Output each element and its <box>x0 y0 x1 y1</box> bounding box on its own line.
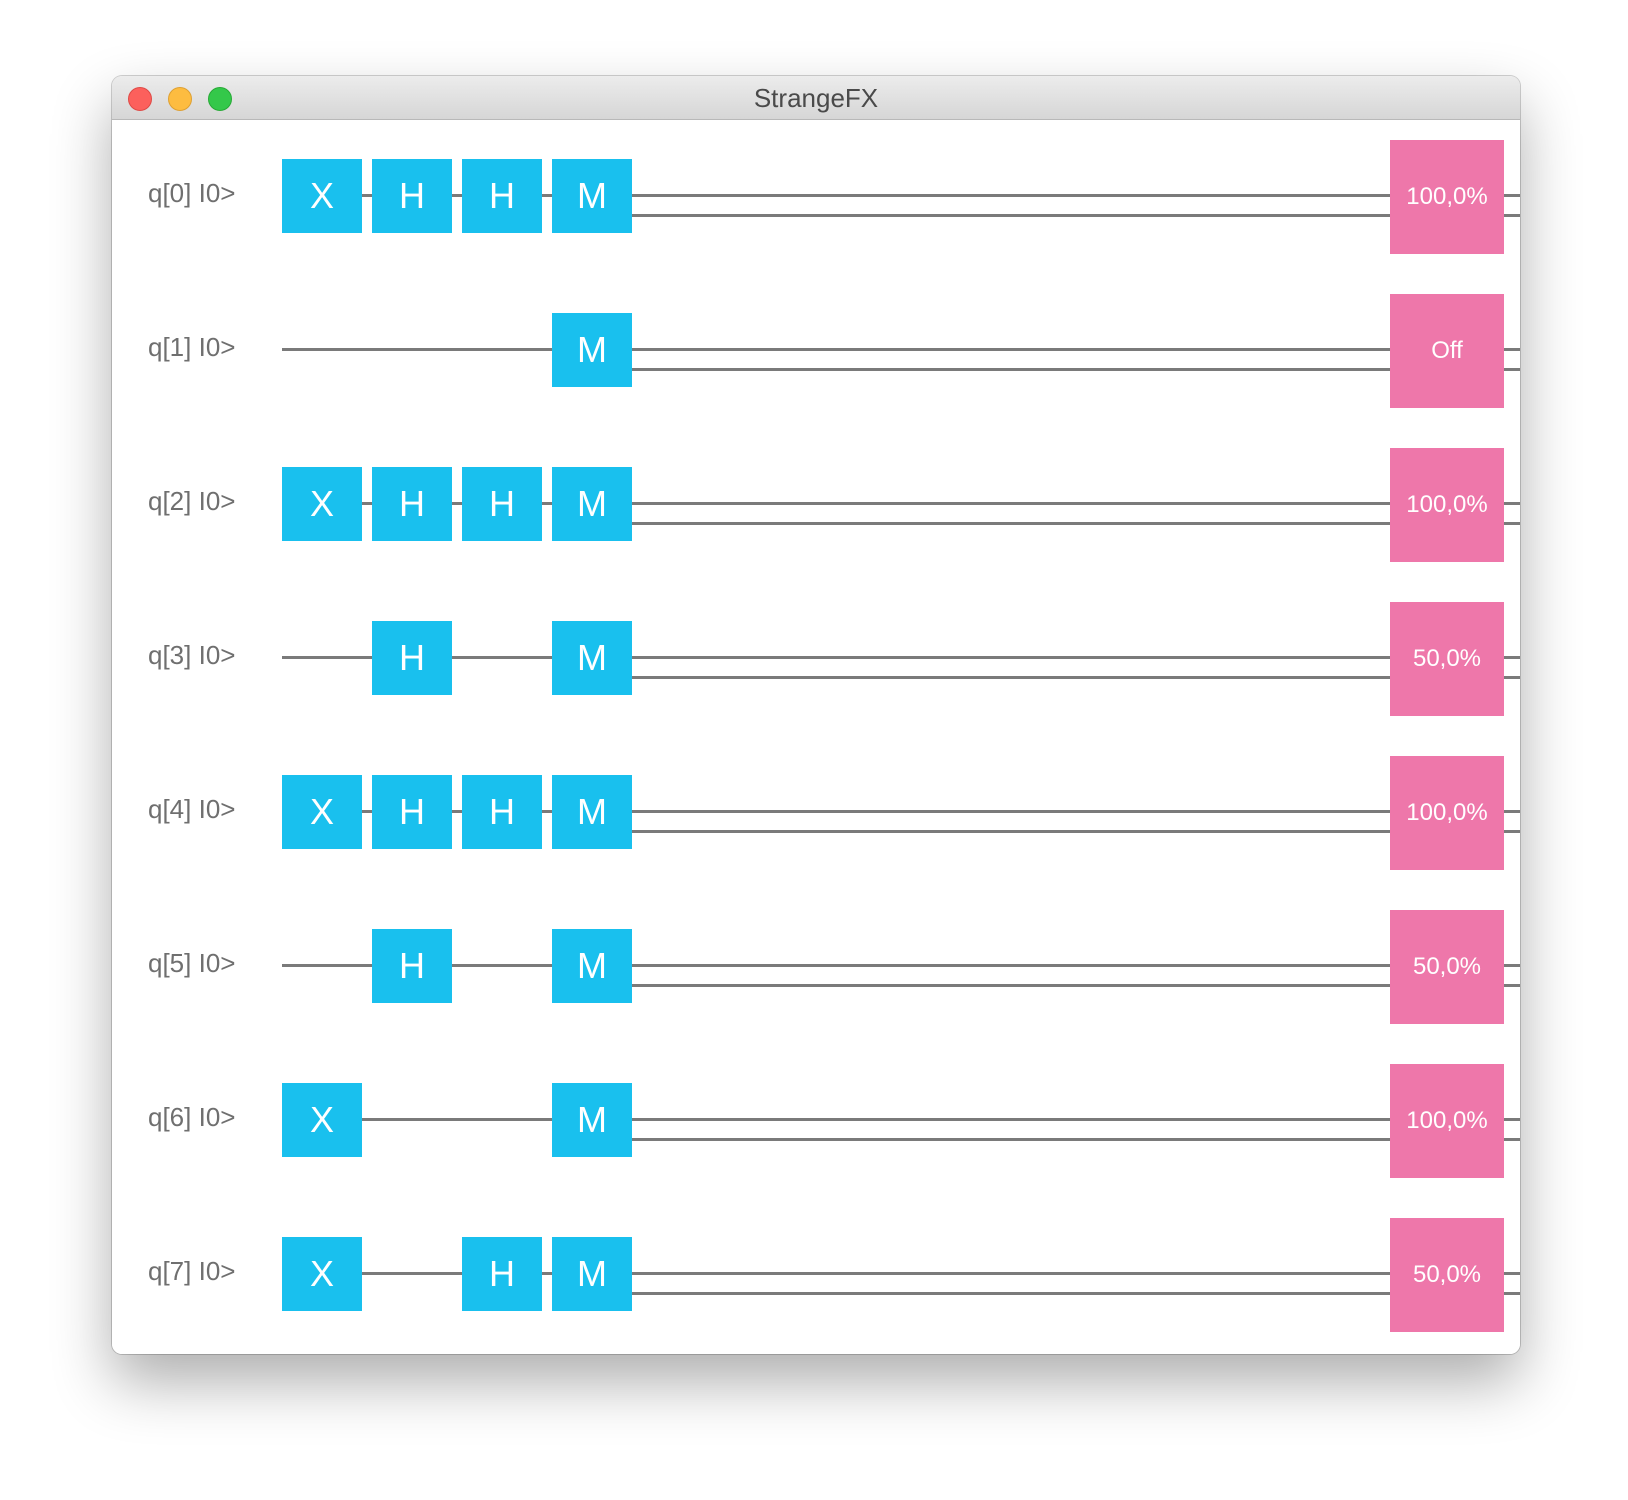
measurement-gate[interactable]: M <box>552 1083 632 1157</box>
measurement-gate[interactable]: M <box>552 159 632 233</box>
classical-wire <box>632 348 1520 351</box>
qubit-label: q[1] I0> <box>148 332 236 362</box>
classical-wire <box>632 810 1520 813</box>
qubit-label: q[2] I0> <box>148 486 236 516</box>
measurement-result-box: 50,0% <box>1390 910 1504 1024</box>
classical-wire <box>632 676 1520 679</box>
hadamard-gate[interactable]: H <box>372 621 452 695</box>
classical-wire <box>632 522 1520 525</box>
qubit-label: q[5] I0> <box>148 948 236 978</box>
measurement-result-box: 100,0% <box>1390 1064 1504 1178</box>
x-gate[interactable]: X <box>282 159 362 233</box>
classical-wire <box>632 656 1520 659</box>
x-gate[interactable]: X <box>282 775 362 849</box>
qubit-row: q[5] I0> H M 50,0% <box>112 910 1520 1030</box>
measurement-gate[interactable]: M <box>552 621 632 695</box>
hadamard-gate[interactable]: H <box>372 929 452 1003</box>
measurement-gate[interactable]: M <box>552 467 632 541</box>
hadamard-gate[interactable]: H <box>372 159 452 233</box>
qubit-label: q[7] I0> <box>148 1256 236 1286</box>
classical-wire <box>632 1118 1520 1121</box>
hadamard-gate[interactable]: H <box>462 467 542 541</box>
measurement-gate[interactable]: M <box>552 313 632 387</box>
classical-wire <box>632 502 1520 505</box>
measurement-gate[interactable]: M <box>552 929 632 1003</box>
measurement-result-box: 100,0% <box>1390 448 1504 562</box>
qubit-row: q[7] I0> X H M 50,0% <box>112 1218 1520 1338</box>
classical-wire <box>632 194 1520 197</box>
qubit-row: q[0] I0> X H H M 100,0% <box>112 140 1520 260</box>
qubit-row: q[3] I0> H M 50,0% <box>112 602 1520 722</box>
measurement-result-box: 100,0% <box>1390 140 1504 254</box>
x-gate[interactable]: X <box>282 1083 362 1157</box>
classical-wire <box>632 830 1520 833</box>
qubit-label: q[6] I0> <box>148 1102 236 1132</box>
x-gate[interactable]: X <box>282 467 362 541</box>
qubit-row: q[4] I0> X H H M 100,0% <box>112 756 1520 876</box>
hadamard-gate[interactable]: H <box>462 159 542 233</box>
window-title: StrangeFX <box>753 83 879 113</box>
classical-wire <box>632 1272 1520 1275</box>
measurement-gate[interactable]: M <box>552 1237 632 1311</box>
title-bar[interactable]: StrangeFX <box>112 76 1520 120</box>
classical-wire <box>632 964 1520 967</box>
classical-wire <box>632 1292 1520 1295</box>
classical-wire <box>632 214 1520 217</box>
qubit-row: q[2] I0> X H H M 100,0% <box>112 448 1520 568</box>
x-gate[interactable]: X <box>282 1237 362 1311</box>
hadamard-gate[interactable]: H <box>462 775 542 849</box>
qubit-label: q[4] I0> <box>148 794 236 824</box>
hadamard-gate[interactable]: H <box>372 775 452 849</box>
app-window: StrangeFX q[0] I0> X H H M 100,0% q[1] I0> M Off… <box>112 76 1520 1354</box>
qubit-label: q[0] I0> <box>148 178 236 208</box>
measurement-result-box: 50,0% <box>1390 1218 1504 1332</box>
qubit-row: q[6] I0> X M 100,0% <box>112 1064 1520 1184</box>
qubit-label: q[3] I0> <box>148 640 236 670</box>
qubit-row: q[1] I0> M Off <box>112 294 1520 414</box>
hadamard-gate[interactable]: H <box>372 467 452 541</box>
measurement-result-box: 50,0% <box>1390 602 1504 716</box>
measurement-result-box: Off <box>1390 294 1504 408</box>
classical-wire <box>632 984 1520 987</box>
circuit-canvas: q[0] I0> X H H M 100,0% q[1] I0> M Off q[2] I0> X H… <box>112 120 1520 1354</box>
measurement-gate[interactable]: M <box>552 775 632 849</box>
measurement-result-box: 100,0% <box>1390 756 1504 870</box>
hadamard-gate[interactable]: H <box>462 1237 542 1311</box>
classical-wire <box>632 368 1520 371</box>
classical-wire <box>632 1138 1520 1141</box>
